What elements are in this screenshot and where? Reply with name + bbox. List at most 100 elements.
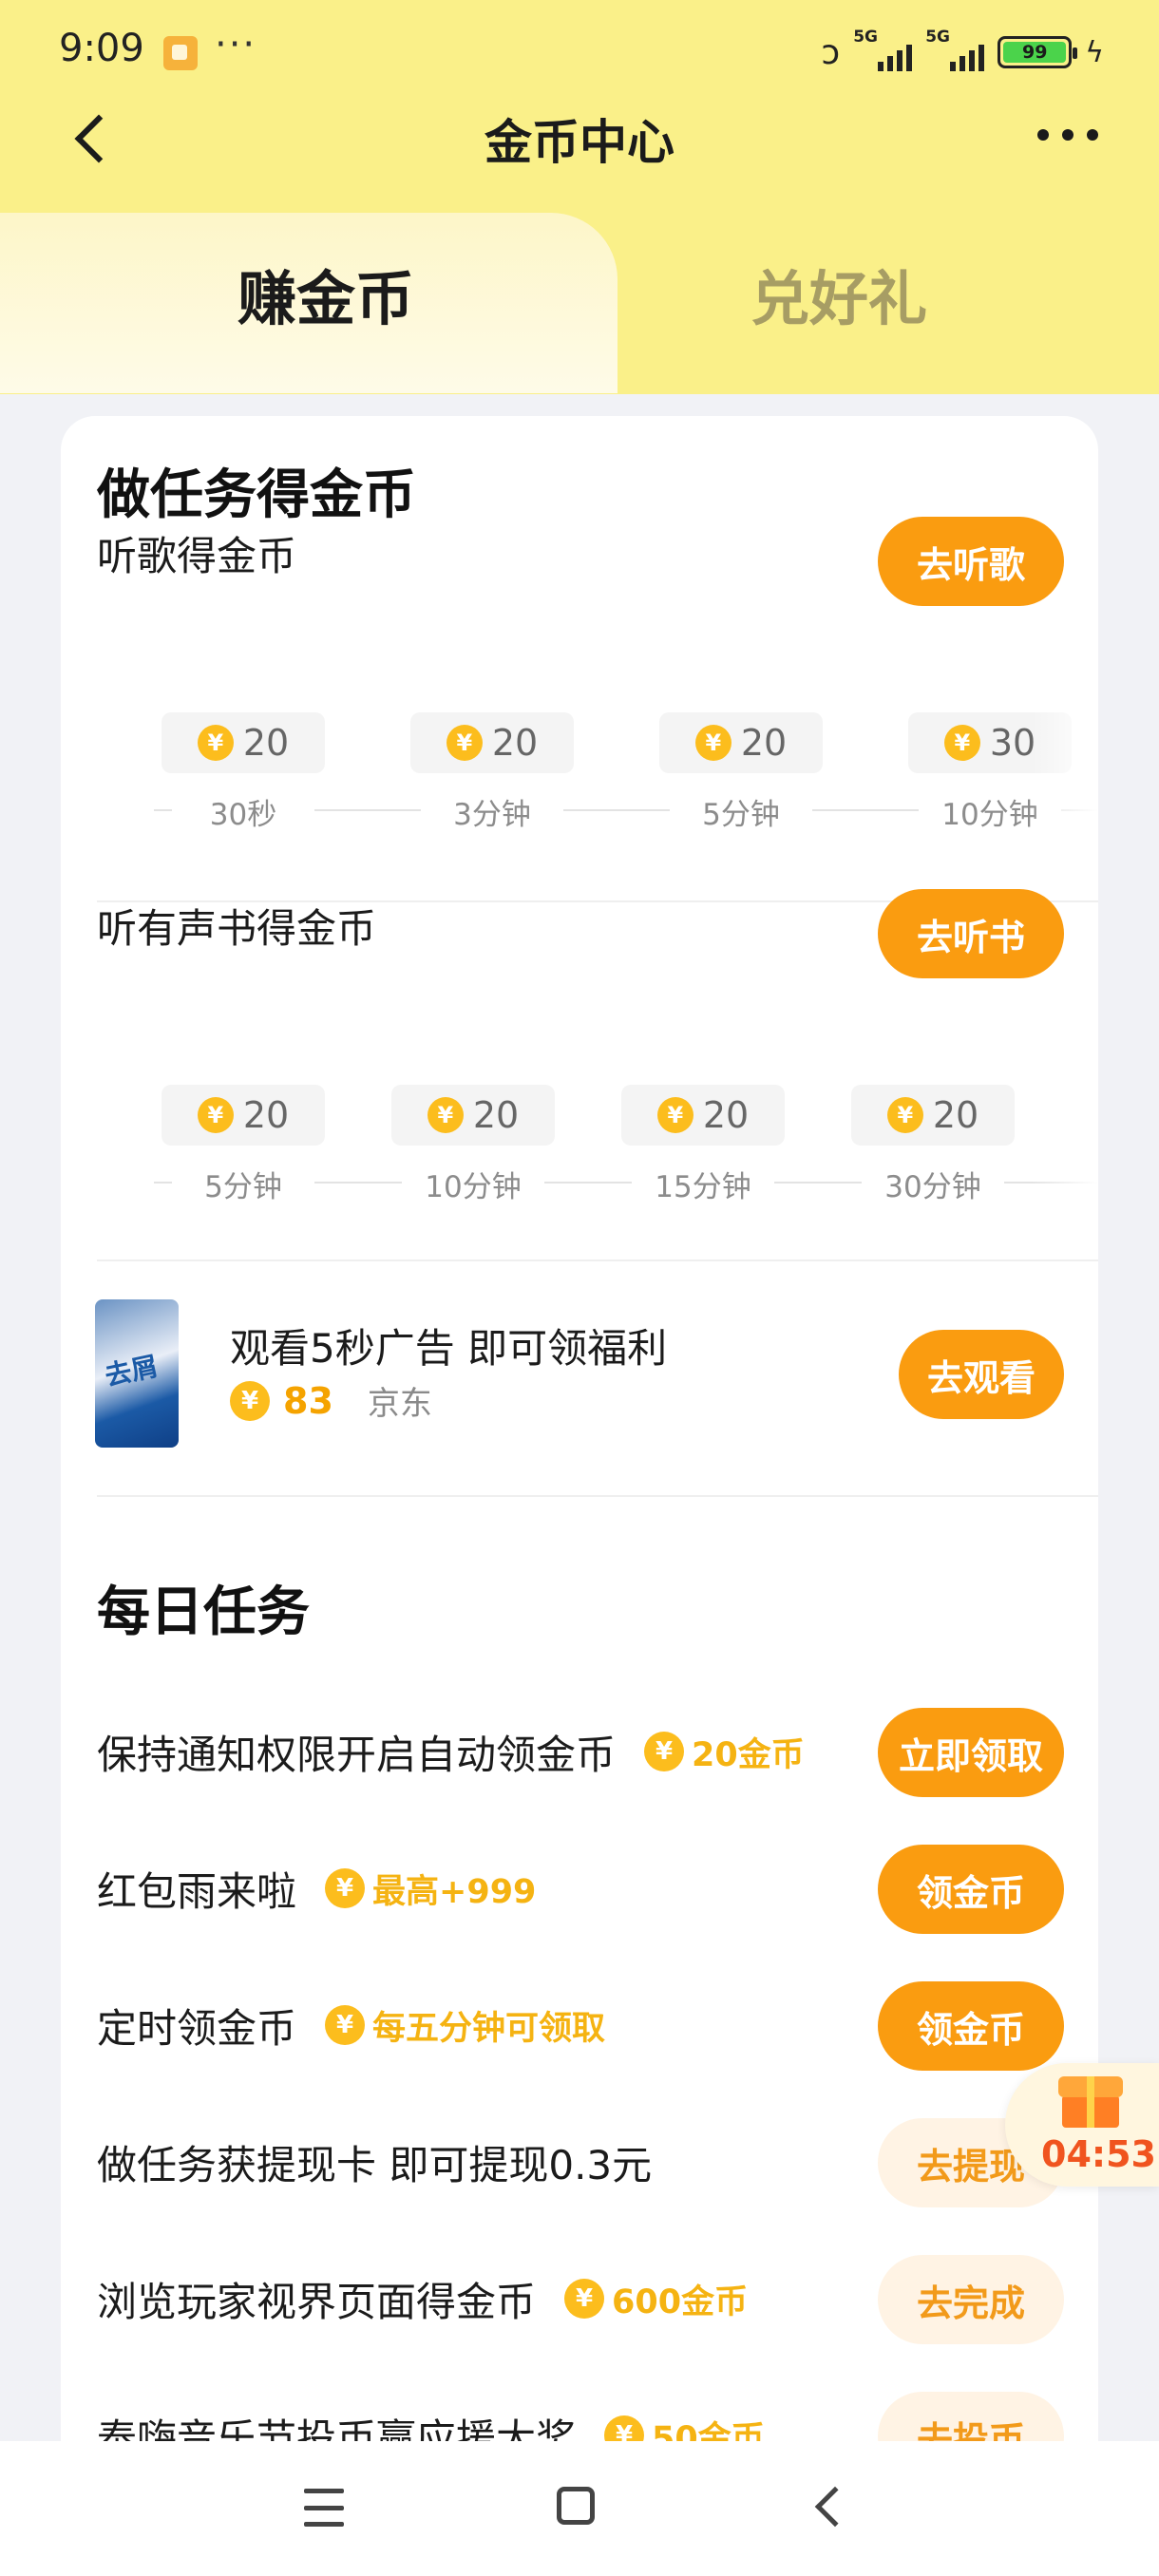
gift-countdown: 04:53: [1041, 2133, 1156, 2175]
coin-icon: ¥: [886, 1097, 923, 1133]
reward-duration: 30秒: [172, 790, 314, 833]
divider: [97, 1495, 1098, 1497]
coin-icon: ¥: [943, 725, 980, 761]
reward-step: ¥20 5分钟: [659, 712, 823, 833]
coin-icon: ¥: [644, 1732, 685, 1771]
coin-icon: ¥: [197, 725, 234, 761]
reward-amount: 20: [740, 722, 788, 764]
task-name: 定时领金币: [97, 2004, 297, 2052]
reward-amount: 20: [932, 1094, 979, 1136]
daily-task-row: 红包雨来啦 ¥ 最高+999: [97, 1860, 536, 1917]
battery-icon: 99: [998, 36, 1078, 68]
reward-step: ¥20 30分钟: [851, 1085, 1015, 1205]
task-name: 红包雨来啦: [97, 1867, 297, 1915]
signal-icon-1: 5G: [853, 28, 913, 73]
task-reward-text: 每五分钟可领取: [372, 2009, 606, 2048]
coin-icon: ¥: [656, 1097, 694, 1133]
reward-step: ¥20 5分钟: [162, 1085, 325, 1205]
music-reward-ladder: ¥20 30秒 ¥20 3分钟 ¥20 5分钟 ¥30 10分钟: [97, 712, 1098, 836]
section-title-daily: 每日任务: [97, 1582, 310, 1643]
hd-call-icon: ↄ: [821, 32, 841, 72]
charging-icon: ϟ: [1085, 35, 1104, 69]
status-bar: 9:09 ··· ↄ 5G 5G 99 ϟ: [0, 0, 1159, 104]
reward-duration: 10分钟: [402, 1163, 544, 1205]
daily-task-row: 定时领金币 ¥ 每五分钟可领取: [97, 1997, 605, 2054]
coin-icon: ¥: [325, 2005, 366, 2045]
status-more-icon: ···: [215, 23, 257, 66]
system-back-icon[interactable]: [814, 2486, 856, 2528]
coin-icon: ¥: [197, 1097, 234, 1133]
tasks-card: 做任务得金币 听歌得金币 去听歌 ¥20 30秒 ¥20 3分钟 ¥20 5分钟…: [61, 416, 1098, 2525]
watch-ad-button[interactable]: 去观看: [899, 1330, 1064, 1419]
coin-icon: ¥: [694, 725, 732, 761]
daily-task-row: 保持通知权限开启自动领金币 ¥ 20金币: [97, 1723, 805, 1780]
claim-now-button[interactable]: 立即领取: [878, 1708, 1064, 1797]
ad-coin-amount: 83: [283, 1379, 333, 1422]
home-icon[interactable]: [557, 2487, 595, 2525]
header-area: 9:09 ··· ↄ 5G 5G 99 ϟ 金币中心 赚金币 兑好礼: [0, 0, 1159, 394]
reward-duration: 30分钟: [862, 1163, 1004, 1205]
reward-amount: 20: [242, 722, 290, 764]
tab-earn-coins[interactable]: 赚金币: [238, 251, 414, 336]
gift-box-icon: [1058, 2071, 1123, 2128]
section-title-tasks: 做任务得金币: [97, 464, 416, 526]
claim-coins-button-1[interactable]: 领金币: [878, 1845, 1064, 1934]
floating-gift-widget[interactable]: 04:53: [1005, 2063, 1159, 2187]
task-reward: ¥ 20金币: [644, 1728, 805, 1776]
page-title: 金币中心: [484, 115, 674, 170]
tab-bar: 赚金币 兑好礼: [0, 213, 1159, 393]
reward-step: ¥20 30秒: [162, 712, 325, 833]
coin-icon: ¥: [427, 1097, 464, 1133]
nav-bar: 金币中心: [0, 95, 1159, 180]
reward-amount: 20: [702, 1094, 750, 1136]
notification-app-icon: [163, 36, 198, 70]
task-reward-text: 600金币: [612, 2282, 749, 2321]
ad-task-title: 观看5秒广告 即可领福利: [230, 1325, 668, 1372]
battery-level: 99: [1003, 42, 1067, 63]
task-name: 做任务获提现卡 即可提现0.3元: [97, 2141, 653, 2188]
coin-icon: ¥: [325, 1868, 366, 1908]
coin-icon: ¥: [446, 725, 483, 761]
status-indicators: ↄ 5G 5G 99 ϟ: [821, 28, 1104, 76]
ad-task-meta: ¥ 83 京东: [230, 1377, 432, 1424]
recent-apps-icon[interactable]: [304, 2489, 344, 2527]
task-reward: ¥ 最高+999: [325, 1865, 536, 1913]
task-reward: ¥ 600金币: [564, 2275, 748, 2323]
daily-task-row: 浏览玩家视界页面得金币 ¥ 600金币: [97, 2270, 748, 2327]
network-type-2: 5G: [925, 28, 950, 47]
ad-source: 京东: [367, 1385, 432, 1423]
status-time: 9:09: [59, 27, 144, 70]
system-nav-bar: [0, 2441, 1159, 2576]
audiobook-task-title: 听有声书得金币: [97, 905, 377, 952]
reward-duration: 5分钟: [670, 790, 812, 833]
divider: [97, 1260, 1098, 1261]
signal-icon-2: 5G: [925, 28, 985, 73]
reward-duration: 5分钟: [172, 1163, 314, 1205]
task-reward-text: 20金币: [692, 1735, 805, 1774]
music-task-title: 听歌得金币: [97, 533, 297, 579]
audiobook-reward-ladder: ¥20 5分钟 ¥20 10分钟 ¥20 15分钟 ¥20 30分钟: [97, 1085, 1098, 1208]
task-reward-text: 最高+999: [372, 1872, 537, 1911]
reward-duration: 15分钟: [632, 1163, 774, 1205]
coin-icon: ¥: [564, 2279, 605, 2319]
ad-thumbnail[interactable]: [95, 1299, 179, 1448]
tab-redeem-gifts[interactable]: 兑好礼: [750, 251, 927, 336]
reward-amount: 20: [242, 1094, 290, 1136]
task-reward: ¥ 每五分钟可领取: [325, 2001, 605, 2050]
reward-amount: 20: [491, 722, 539, 764]
reward-amount: 30: [989, 722, 1036, 764]
listen-music-button[interactable]: 去听歌: [878, 517, 1064, 606]
task-name: 保持通知权限开启自动领金币: [97, 1731, 617, 1778]
coin-icon: ¥: [230, 1380, 270, 1421]
reward-step: ¥20 10分钟: [391, 1085, 555, 1205]
reward-duration: 3分钟: [421, 790, 563, 833]
reward-step: ¥20 3分钟: [410, 712, 574, 833]
listen-audiobook-button[interactable]: 去听书: [878, 889, 1064, 978]
more-options-icon[interactable]: [1037, 129, 1098, 141]
reward-step: ¥20 15分钟: [621, 1085, 785, 1205]
network-type-1: 5G: [853, 28, 878, 47]
daily-task-row: 做任务获提现卡 即可提现0.3元: [97, 2133, 652, 2190]
claim-coins-button-2[interactable]: 领金币: [878, 1981, 1064, 2071]
task-name: 浏览玩家视界页面得金币: [97, 2278, 537, 2325]
complete-button[interactable]: 去完成: [878, 2255, 1064, 2344]
